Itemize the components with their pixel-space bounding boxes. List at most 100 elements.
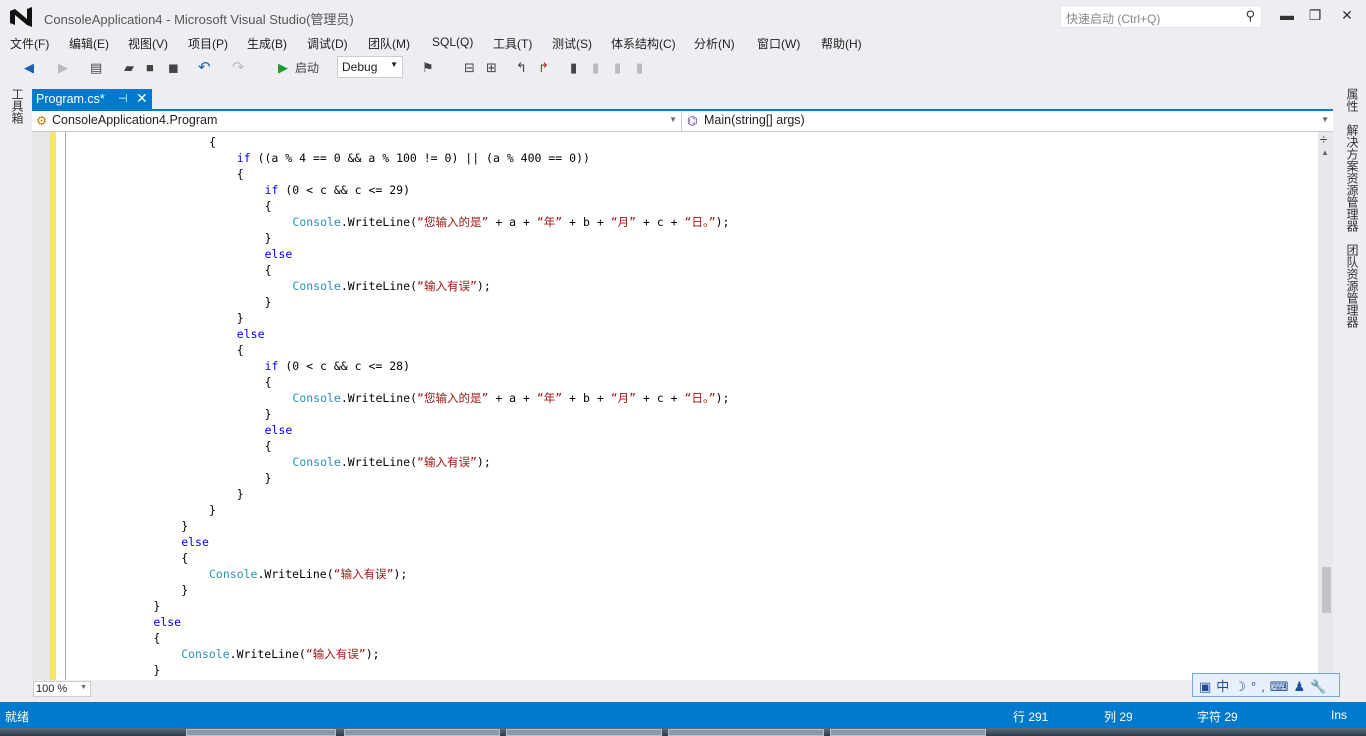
code-line[interactable]: Console.WriteLine(“输入有误”); (181, 646, 379, 662)
menu-file[interactable]: 文件(F) (10, 35, 49, 52)
code-line[interactable]: Console.WriteLine(“您输入的是” + a + “年” + b … (292, 390, 729, 406)
solution-explorer-tab[interactable]: 解决方案资源管理器 (1344, 124, 1361, 232)
solution-configuration-select[interactable]: Debug ▼ (337, 56, 403, 78)
code-line[interactable]: { (153, 630, 160, 646)
menu-build[interactable]: 生成(B) (247, 35, 287, 52)
code-line[interactable]: Console.WriteLine(“输入有误”); (209, 566, 407, 582)
back-icon[interactable]: ◀ (24, 59, 34, 77)
taskbar-button[interactable] (668, 729, 824, 736)
code-line[interactable]: } (265, 230, 272, 246)
clear-bookmarks-icon[interactable]: ▮ (636, 59, 643, 77)
undo-icon[interactable]: ↶ (198, 59, 211, 77)
start-icon[interactable]: ▶ (278, 59, 288, 77)
save-icon[interactable]: ■ (146, 59, 154, 77)
menu-analyze[interactable]: 分析(N) (694, 35, 735, 52)
code-line[interactable]: else (265, 246, 293, 262)
minimize-button[interactable]: ▬ (1274, 4, 1300, 26)
start-button[interactable]: 启动 (295, 59, 319, 77)
bookmark-icon[interactable]: ▮ (570, 59, 577, 77)
redo-icon[interactable]: ↷ (232, 59, 245, 77)
code-line[interactable]: } (237, 486, 244, 502)
code-line[interactable]: } (181, 518, 188, 534)
menu-sql[interactable]: SQL(Q) (432, 35, 473, 49)
code-line[interactable]: if (0 < c && c <= 29) (265, 182, 410, 198)
menu-debug[interactable]: 调试(D) (307, 35, 348, 52)
forward-icon[interactable]: ▶ (58, 59, 68, 77)
code-line[interactable]: { (237, 166, 244, 182)
prev-bookmark-icon[interactable]: ▮ (592, 59, 599, 77)
moon-icon[interactable]: ☽ (1234, 679, 1251, 694)
code-line[interactable]: { (209, 134, 216, 150)
comment-icon[interactable]: ↰ (516, 59, 527, 77)
restore-button[interactable]: ❐ (1302, 4, 1328, 26)
code-line[interactable]: } (153, 598, 160, 614)
scrollbar-thumb[interactable] (1322, 567, 1331, 613)
code-line[interactable]: if ((a % 4 == 0 && a % 100 != 0) || (a %… (237, 150, 590, 166)
next-bookmark-icon[interactable]: ▮ (614, 59, 621, 77)
taskbar-button[interactable] (186, 729, 336, 736)
menu-project[interactable]: 项目(P) (188, 35, 228, 52)
save-all-icon[interactable]: ◼ (168, 59, 179, 77)
menu-edit[interactable]: 编辑(E) (69, 35, 109, 52)
code-line[interactable]: if (0 < c && c <= 28) (265, 358, 410, 374)
toolbox-tab[interactable]: 工具箱 (9, 88, 26, 124)
zoom-select[interactable]: 100 % ▼ (33, 681, 91, 697)
code-editor[interactable]: {if ((a % 4 == 0 && a % 100 != 0) || (a … (32, 132, 1318, 680)
code-line[interactable]: } (265, 294, 272, 310)
uncomment-icon[interactable]: ↱ (538, 59, 549, 77)
taskbar-button[interactable] (830, 729, 986, 736)
code-line[interactable]: else (237, 326, 265, 342)
code-line[interactable]: { (265, 438, 272, 454)
menu-help[interactable]: 帮助(H) (821, 35, 862, 52)
new-project-icon[interactable]: ▤ (90, 59, 102, 77)
code-line[interactable]: else (153, 614, 181, 630)
code-line[interactable]: { (265, 374, 272, 390)
code-line[interactable]: { (265, 198, 272, 214)
menu-tools[interactable]: 工具(T) (493, 35, 532, 52)
code-line[interactable]: else (265, 422, 293, 438)
open-file-icon[interactable]: ▰ (124, 59, 134, 77)
menu-team[interactable]: 团队(M) (368, 35, 410, 52)
close-tab-icon[interactable]: ✕ (136, 90, 148, 107)
indent-icon[interactable]: ⊟ (464, 59, 475, 77)
split-icon[interactable]: ÷ (1320, 132, 1327, 147)
tab-program-cs[interactable]: Program.cs* ⊣ ✕ (32, 89, 152, 110)
menu-view[interactable]: 视图(V) (128, 35, 168, 52)
code-line[interactable]: Console.WriteLine(“您输入的是” + a + “年” + b … (292, 214, 729, 230)
code-line[interactable]: } (209, 502, 216, 518)
quick-launch-input[interactable]: 快速启动 (Ctrl+Q) ⚲ (1060, 5, 1262, 28)
code-line[interactable]: } (181, 582, 188, 598)
team-explorer-tab[interactable]: 团队资源管理器 (1344, 244, 1361, 328)
user-icon[interactable]: ♟ (1294, 679, 1311, 694)
ime-mode[interactable]: 中 (1216, 679, 1234, 694)
pin-icon[interactable]: ⊣ (118, 92, 128, 105)
code-line[interactable]: } (265, 470, 272, 486)
type-name: Console (292, 391, 341, 405)
code-line[interactable]: Console.WriteLine(“输入有误”); (292, 278, 490, 294)
code-line[interactable]: } (237, 310, 244, 326)
code-line[interactable]: } (153, 662, 160, 678)
properties-tab[interactable]: 属性 (1344, 88, 1361, 112)
close-button[interactable]: ✕ (1334, 4, 1360, 26)
wrench-icon[interactable]: 🔧 (1310, 679, 1331, 694)
code-line[interactable]: Console.WriteLine(“输入有误”); (292, 454, 490, 470)
code-line[interactable]: { (237, 342, 244, 358)
taskbar-button[interactable] (506, 729, 662, 736)
keyboard-icon[interactable]: ⌨ (1270, 679, 1294, 694)
menu-architecture[interactable]: 体系结构(C) (611, 35, 676, 52)
member-dropdown[interactable]: ⌬ Main(string[] args) ▼ (684, 113, 1333, 131)
ime-toolbar[interactable]: ▣中☽°,⌨♟🔧 (1192, 673, 1340, 697)
taskbar-button[interactable] (344, 729, 500, 736)
outdent-icon[interactable]: ⊞ (486, 59, 497, 77)
class-dropdown[interactable]: ⚙ ConsoleApplication4.Program ▼ (32, 113, 682, 131)
menu-test[interactable]: 测试(S) (552, 35, 592, 52)
code-line[interactable]: else (181, 534, 209, 550)
punctuation-icon[interactable]: °, (1251, 679, 1270, 694)
find-icon[interactable]: ⚑ (422, 59, 434, 77)
menu-window[interactable]: 窗口(W) (757, 35, 800, 52)
scroll-up-icon[interactable]: ▲ (1321, 148, 1329, 157)
code-line[interactable]: } (265, 406, 272, 422)
code-line[interactable]: { (265, 262, 272, 278)
ime-logo-icon: ▣ (1199, 679, 1217, 694)
code-line[interactable]: { (181, 550, 188, 566)
